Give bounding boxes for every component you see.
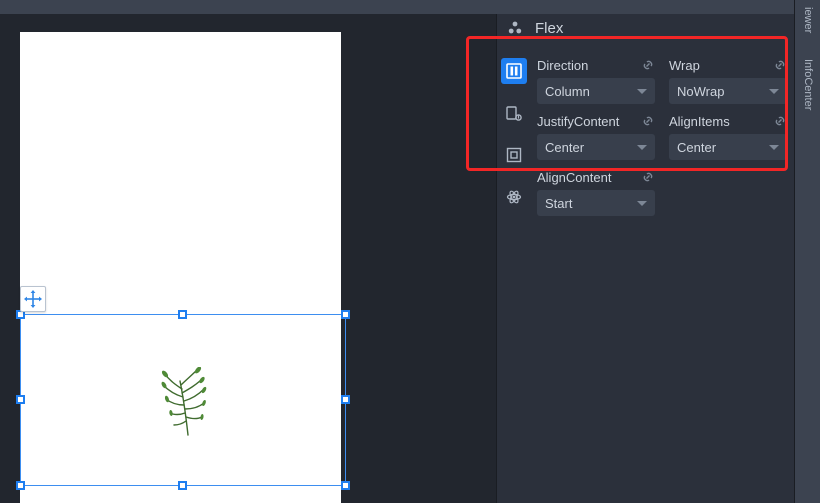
link-icon[interactable]: [641, 58, 655, 72]
chevron-down-icon: [637, 145, 647, 150]
rail-atom-button[interactable]: [501, 184, 527, 210]
link-icon[interactable]: [773, 114, 787, 128]
info-icon: [506, 105, 522, 121]
selection-handle-n[interactable]: [178, 310, 187, 319]
label-aligncontent: AlignContent: [537, 170, 611, 185]
panel-title: Flex: [535, 20, 563, 37]
selection-handle-ne[interactable]: [341, 310, 350, 319]
chevron-down-icon: [769, 145, 779, 150]
prop-direction: Direction Column: [537, 54, 655, 104]
label-alignitems: AlignItems: [669, 114, 730, 129]
dropdown-direction[interactable]: Column: [537, 78, 655, 104]
label-direction: Direction: [537, 58, 588, 73]
prop-aligncontent: AlignContent Start: [537, 166, 655, 216]
top-toolbar: [0, 0, 820, 14]
link-icon[interactable]: [641, 114, 655, 128]
panel-header: Flex: [497, 14, 794, 42]
selection-handle-se[interactable]: [341, 481, 350, 490]
side-tab-infocenter[interactable]: InfoCenter: [795, 48, 820, 122]
canvas-area[interactable]: [0, 14, 496, 503]
box-model-icon: [506, 147, 522, 163]
layout-icon: [506, 63, 522, 79]
label-wrap: Wrap: [669, 58, 700, 73]
label-justify: JustifyContent: [537, 114, 619, 129]
dropdown-justify[interactable]: Center: [537, 134, 655, 160]
flex-properties: Direction Column Wrap NoWrap: [537, 54, 787, 220]
prop-justify: JustifyContent Center: [537, 110, 655, 160]
rail-info-button[interactable]: [501, 100, 527, 126]
dropdown-aligncontent[interactable]: Start: [537, 190, 655, 216]
link-icon[interactable]: [773, 58, 787, 72]
selection-handle-w[interactable]: [16, 395, 25, 404]
side-tab-strip: iewer InfoCenter: [794, 0, 820, 503]
dropdown-justify-value: Center: [545, 140, 584, 155]
chevron-down-icon: [637, 201, 647, 206]
rail-layout-button[interactable]: [501, 58, 527, 84]
side-tab-viewer[interactable]: iewer: [795, 0, 820, 40]
panel-rail: [497, 50, 531, 210]
chevron-down-icon: [769, 89, 779, 94]
dropdown-alignitems-value: Center: [677, 140, 716, 155]
prop-alignitems: AlignItems Center: [669, 110, 787, 160]
prop-wrap: Wrap NoWrap: [669, 54, 787, 104]
selection-handle-e[interactable]: [341, 395, 350, 404]
dropdown-wrap[interactable]: NoWrap: [669, 78, 787, 104]
chevron-down-icon: [637, 89, 647, 94]
selection-handle-sw[interactable]: [16, 481, 25, 490]
rail-boxmodel-button[interactable]: [501, 142, 527, 168]
move-handle[interactable]: [20, 286, 46, 312]
link-icon[interactable]: [641, 170, 655, 184]
selection-outline: [20, 314, 346, 486]
selection-handle-s[interactable]: [178, 481, 187, 490]
dropdown-alignitems[interactable]: Center: [669, 134, 787, 160]
artboard[interactable]: [20, 32, 341, 503]
dropdown-direction-value: Column: [545, 84, 590, 99]
cluster-icon: [503, 16, 527, 40]
properties-panel: Flex Direction Column: [496, 14, 794, 503]
move-icon: [24, 290, 42, 308]
dropdown-wrap-value: NoWrap: [677, 84, 724, 99]
dropdown-aligncontent-value: Start: [545, 196, 572, 211]
atom-icon: [506, 189, 522, 205]
